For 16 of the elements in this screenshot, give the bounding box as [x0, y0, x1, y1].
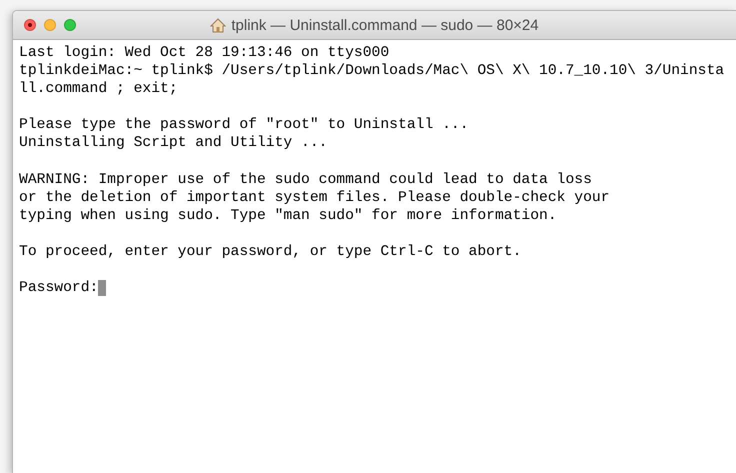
zoom-button[interactable] — [64, 19, 76, 31]
terminal-line: Uninstalling Script and Utility ... — [19, 134, 328, 153]
close-button[interactable] — [24, 19, 36, 31]
window-title: tplink — Uninstall.command — sudo — 80×24 — [231, 16, 539, 34]
terminal-line: Please type the password of "root" to Uninstall ... — [19, 116, 469, 134]
terminal-line: To proceed, enter your password, or type Ctrl-C to abort. — [19, 243, 522, 262]
password-prompt: Password: — [19, 279, 98, 298]
terminal-line: WARNING: Improper use of the sudo command could lead to data loss — [19, 170, 592, 189]
terminal-line: or the deletion of important system files. Please double-check your — [19, 188, 610, 207]
house-icon — [210, 18, 226, 32]
terminal-line: Last login: Wed Oct 28 19:13:46 on ttys000 — [19, 44, 390, 62]
text-cursor — [98, 280, 106, 296]
terminal-line: tplinkdeiMac:~ tplink$ /Users/tplink/Downloads/Mac\ OS\ X\ 10.7_10.10\ 3/Uninsta — [19, 62, 724, 80]
minimize-button[interactable] — [44, 19, 56, 31]
terminal-line: typing when using sudo. Type "man sudo" for more information. — [19, 206, 557, 225]
terminal-line: ll.command ; exit; — [19, 80, 178, 98]
